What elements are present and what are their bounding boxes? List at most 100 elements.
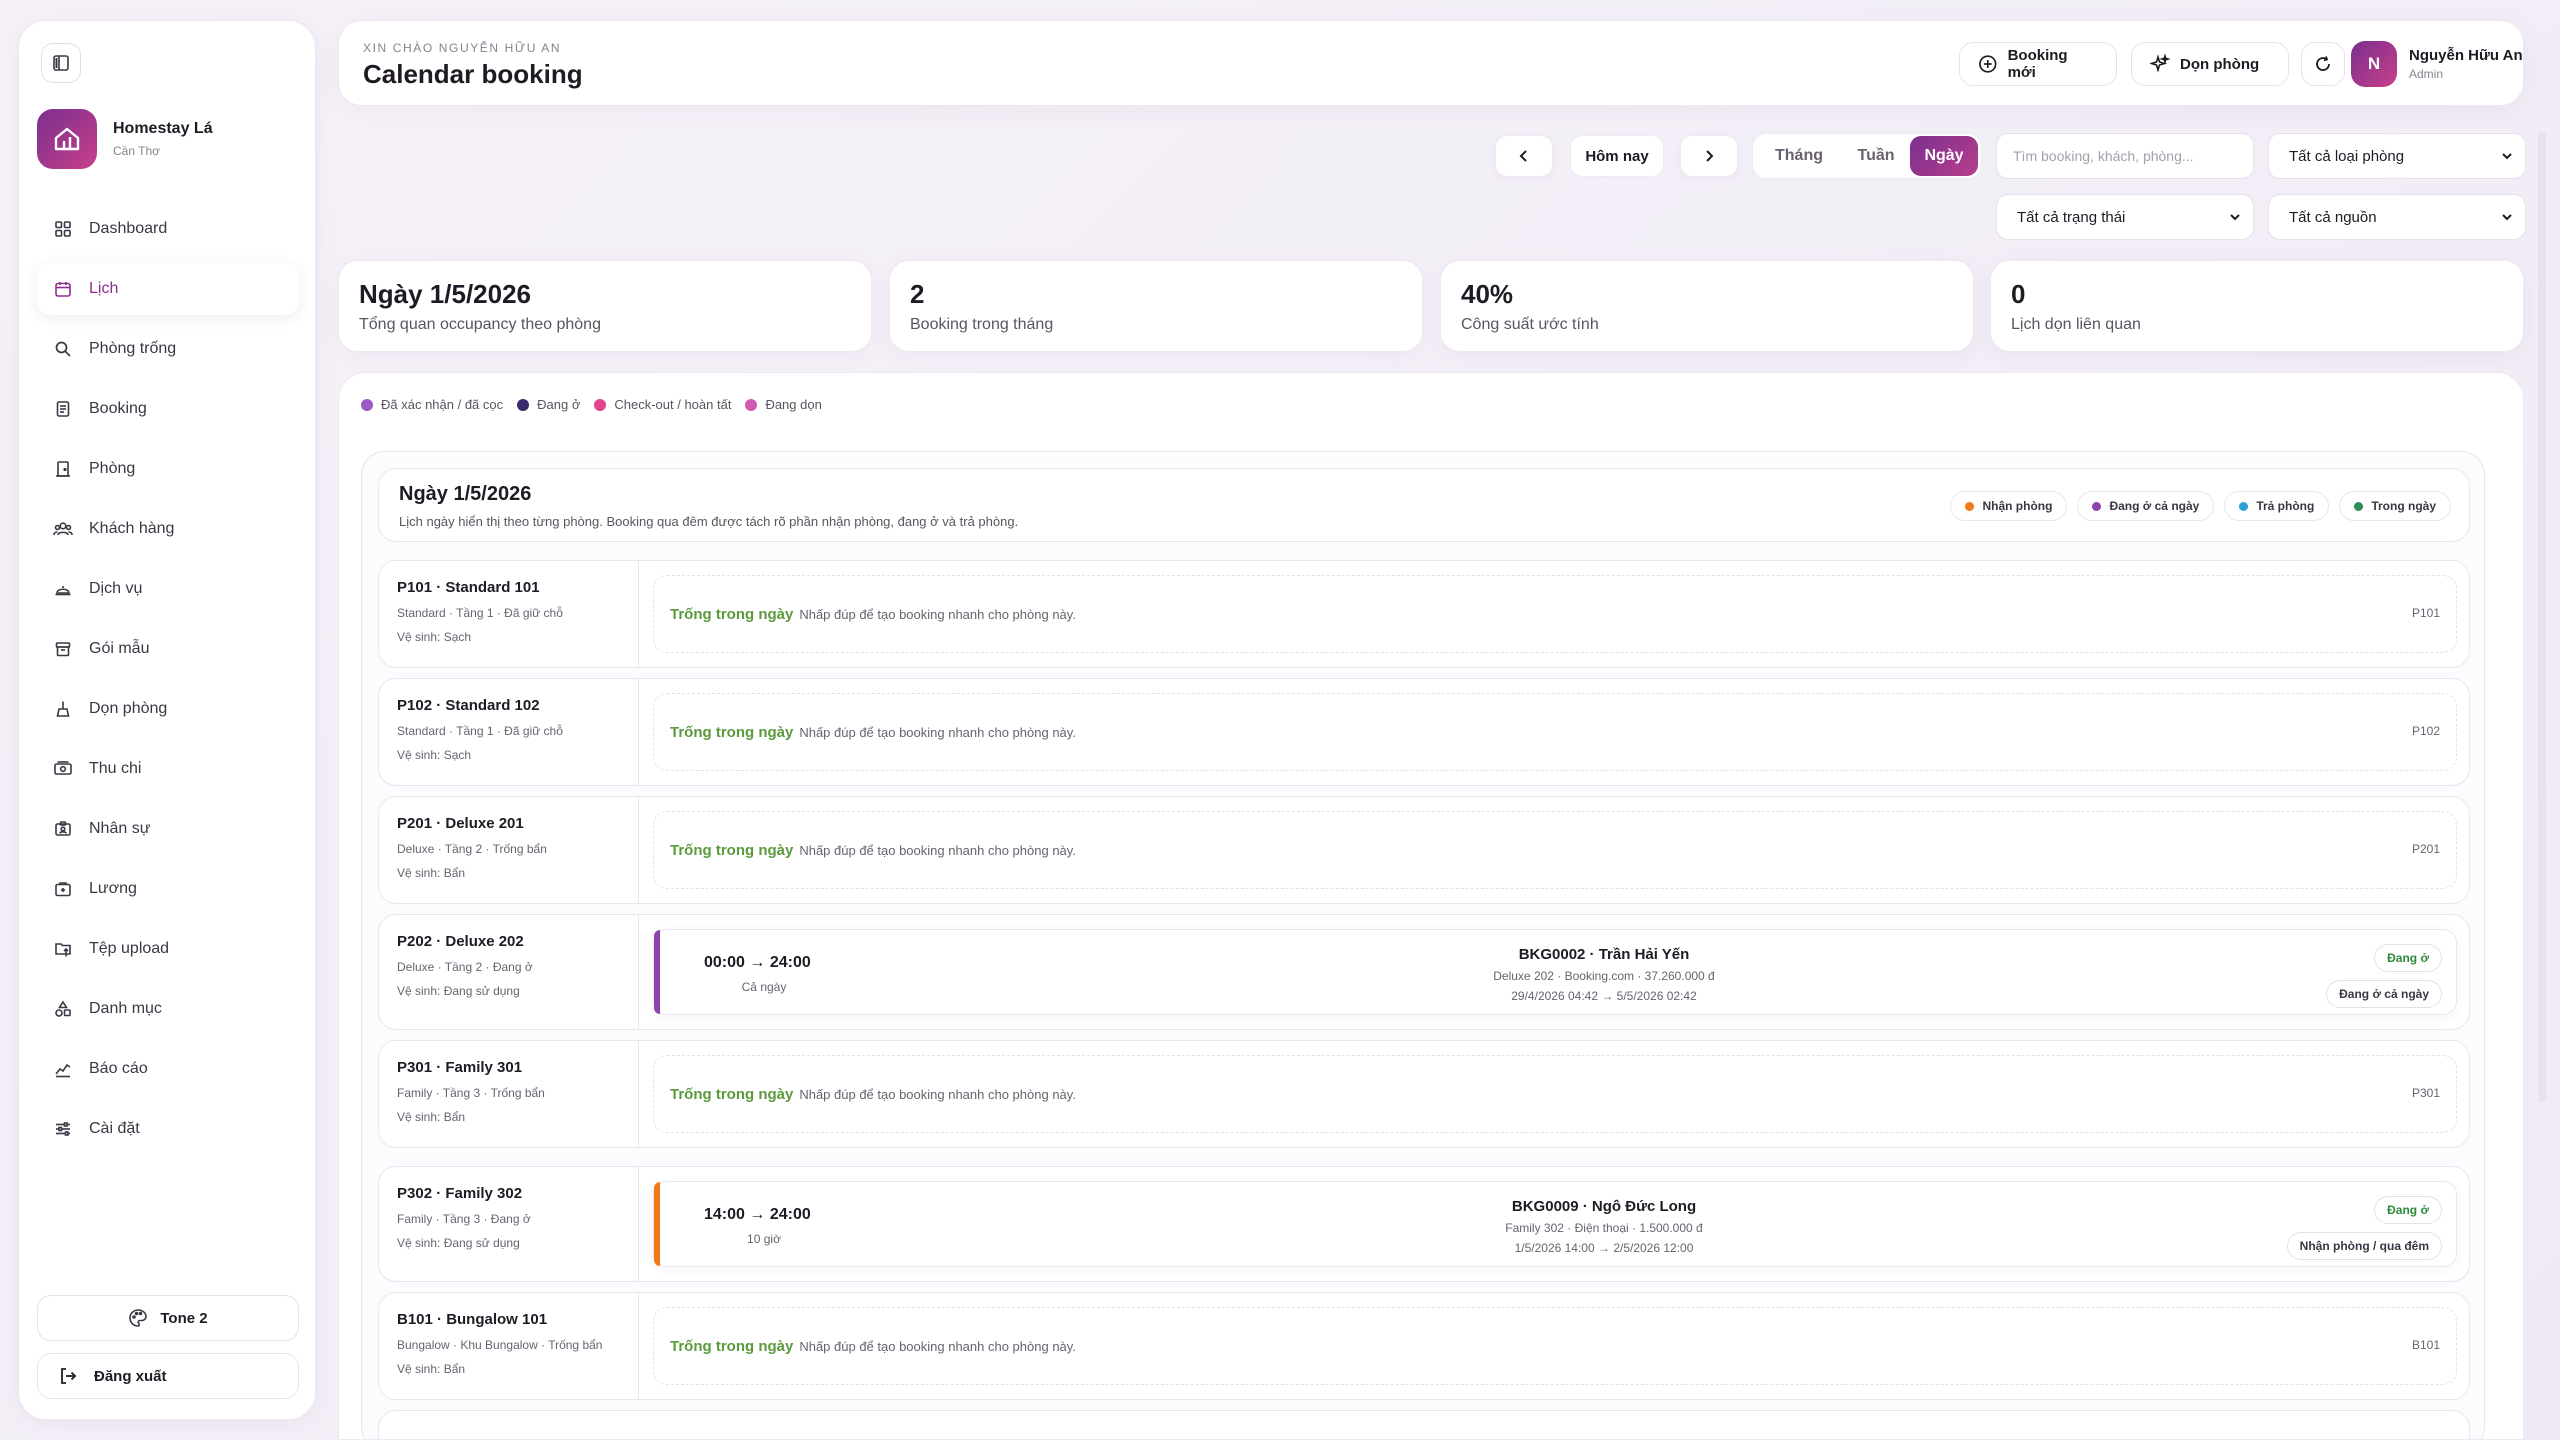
empty-slot[interactable]: Trống trong ngày Nhấp đúp để tạo booking… (653, 811, 2457, 889)
sidebar-item-packages[interactable]: Gói mẫu (37, 623, 299, 675)
grid-icon (53, 219, 73, 239)
chip-dot (2092, 501, 2102, 511)
day-header: Ngày 1/5/2026 Lịch ngày hiển thị theo từ… (378, 468, 2470, 542)
sidebar-item-label: Khách hàng (89, 520, 175, 537)
chip-same-day: Trong ngày (2339, 491, 2451, 521)
room-code: P101 (2411, 606, 2440, 620)
room-info: P202 · Deluxe 202 Deluxe · Tầng 2 · Đang… (379, 915, 639, 1029)
room-row-p201: P201 · Deluxe 201 Deluxe · Tầng 2 · Trốn… (378, 796, 2470, 904)
sidebar-item-label: Thu chi (89, 760, 142, 777)
legend-label: Đang dọn (765, 397, 822, 412)
sidebar-item-calendar[interactable]: Lịch (37, 263, 299, 315)
category-icon (53, 999, 73, 1019)
upload-icon (53, 939, 73, 959)
room-meta: Family · Tầng 3 · Đang ở (397, 1212, 531, 1226)
brand-location: Cần Thơ (113, 144, 161, 158)
sidebar-item-label: Danh mục (89, 1000, 162, 1017)
room-info: P201 · Deluxe 201 Deluxe · Tầng 2 · Trốn… (379, 797, 639, 903)
source-select[interactable]: Tất cả nguồn (2268, 194, 2526, 240)
user-name: Nguyễn Hữu An (2409, 47, 2523, 64)
previous-day-button[interactable] (1495, 135, 1553, 177)
sidebar-item-rooms[interactable]: Phòng (37, 443, 299, 495)
stat-card-date: Ngày 1/5/2026 Tổng quan occupancy theo p… (338, 260, 872, 352)
room-row-b101: B101 · Bungalow 101 Bungalow · Khu Bunga… (378, 1292, 2470, 1400)
booking-details: BKG0002 · Trần Hải Yến Deluxe 202 · Book… (1254, 946, 1954, 1003)
room-name: P202 · Deluxe 202 (397, 933, 524, 950)
sidebar-toggle-button[interactable] (41, 43, 81, 83)
booking-dates: 1/5/2026 14:00 → 2/5/2026 12:00 (1514, 1241, 1694, 1255)
sidebar-item-staff[interactable]: Nhân sự (37, 803, 299, 855)
day-view: Ngày 1/5/2026 Lịch ngày hiển thị theo từ… (361, 451, 2485, 1439)
sidebar-item-label: Phòng (89, 460, 136, 477)
booking-title: BKG0002 · Trần Hải Yến (1518, 946, 1690, 963)
sidebar: Homestay Lá Cần Thơ Dashboard Lịch Phòng… (18, 20, 316, 1420)
refresh-button[interactable] (2301, 42, 2345, 86)
room-meta: Standard · Tầng 1 · Đã giữ chỗ (397, 606, 563, 620)
empty-slot[interactable]: Trống trong ngày Nhấp đúp để tạo booking… (653, 1307, 2457, 1385)
refresh-icon (2316, 56, 2330, 71)
status-badge: Đang ở (2374, 944, 2442, 972)
booking-card[interactable]: 14:00 → 24:00 10 giờ BKG0009 · Ngô Đức L… (653, 1181, 2457, 1267)
avatar[interactable]: N (2351, 41, 2397, 87)
room-cleanliness: Vệ sinh: Đang sử dụng (397, 1236, 520, 1250)
free-hint: Nhấp đúp để tạo booking nhanh cho phòng … (799, 842, 1076, 858)
chip-dot (2354, 501, 2364, 511)
phase-badge: Nhận phòng / qua đêm (2286, 1232, 2442, 1260)
room-type-select[interactable]: Tất cả loại phòng (2268, 133, 2526, 179)
id-card-icon (53, 819, 73, 839)
tab-month[interactable]: Tháng (1756, 136, 1842, 176)
chevron-left-icon (1519, 150, 1527, 162)
sidebar-item-label: Lịch (89, 280, 119, 297)
sidebar-item-salary[interactable]: Lương (37, 863, 299, 915)
sidebar-item-settings[interactable]: Cài đặt (37, 1103, 299, 1155)
tab-day[interactable]: Ngày (1910, 136, 1978, 176)
booking-accent (654, 930, 660, 1014)
room-name: B101 · Bungalow 101 (397, 1311, 548, 1328)
sidebar-item-uploads[interactable]: Tệp upload (37, 923, 299, 975)
sidebar-item-customers[interactable]: Khách hàng (37, 503, 299, 555)
sidebar-item-services[interactable]: Dịch vụ (37, 563, 299, 615)
page-scrollbar[interactable] (2538, 132, 2546, 1102)
logout-button[interactable]: Đăng xuất (37, 1353, 299, 1399)
search-icon (53, 339, 73, 359)
logout-icon (61, 1368, 77, 1384)
empty-slot[interactable]: Trống trong ngày Nhấp đúp để tạo booking… (653, 575, 2457, 653)
chip-check-in: Nhận phòng (1950, 491, 2068, 521)
sidebar-item-available-rooms[interactable]: Phòng trống (37, 323, 299, 375)
booking-dates: 29/4/2026 04:42 → 5/5/2026 02:42 (1511, 989, 1697, 1003)
stat-value: Ngày 1/5/2026 (359, 279, 532, 309)
chip-dot (2239, 501, 2249, 511)
chip-staying: Đang ở cả ngày (2077, 491, 2215, 521)
sidebar-item-label: Dọn phòng (89, 700, 168, 717)
sidebar-item-dashboard[interactable]: Dashboard (37, 203, 299, 255)
empty-slot[interactable]: Trống trong ngày Nhấp đúp để tạo booking… (653, 1055, 2457, 1133)
search-input[interactable]: Tìm booking, khách, phòng... (1996, 133, 2254, 179)
legend-item: Đang ở (517, 397, 580, 412)
sidebar-item-booking[interactable]: Booking (37, 383, 299, 435)
room-cleanliness: Vệ sinh: Đang sử dụng (397, 984, 520, 998)
sidebar-item-categories[interactable]: Danh mục (37, 983, 299, 1035)
room-code: P301 (2411, 1086, 2440, 1100)
sidebar-item-label: Tệp upload (89, 940, 170, 957)
room-meta: Standard · Tầng 1 · Đã giữ chỗ (397, 724, 563, 738)
cleaning-button[interactable]: Dọn phòng (2131, 42, 2289, 86)
sidebar-item-reports[interactable]: Báo cáo (37, 1043, 299, 1095)
stat-card-bookings: 2 Booking trong tháng (889, 260, 1423, 352)
booking-info: Deluxe 202 · Booking.com · 37.260.000 đ (1493, 969, 1715, 983)
new-booking-button[interactable]: Booking mới (1959, 42, 2117, 86)
sidebar-item-housekeeping[interactable]: Dọn phòng (37, 683, 299, 735)
next-day-button[interactable] (1680, 135, 1738, 177)
sidebar-item-finance[interactable]: Thu chi (37, 743, 299, 795)
calendar-panel: Đã xác nhận / đã cọc Đang ở Check-out / … (338, 372, 2524, 1440)
users-icon (53, 519, 73, 539)
tab-week[interactable]: Tuần (1842, 136, 1910, 176)
empty-slot[interactable]: Trống trong ngày Nhấp đúp để tạo booking… (653, 693, 2457, 771)
legend-item: Đang dọn (745, 397, 822, 412)
status-select[interactable]: Tất cả trạng thái (1996, 194, 2254, 240)
tone-button[interactable]: Tone 2 (37, 1295, 299, 1341)
new-booking-label: Booking mới (2007, 47, 2068, 81)
today-button[interactable]: Hôm nay (1570, 135, 1664, 177)
booking-card[interactable]: 00:00 → 24:00 Cả ngày BKG0002 · Trần Hải… (653, 929, 2457, 1015)
room-code: P102 (2411, 724, 2440, 738)
room-cleanliness: Vệ sinh: Bẩn (397, 1362, 466, 1376)
